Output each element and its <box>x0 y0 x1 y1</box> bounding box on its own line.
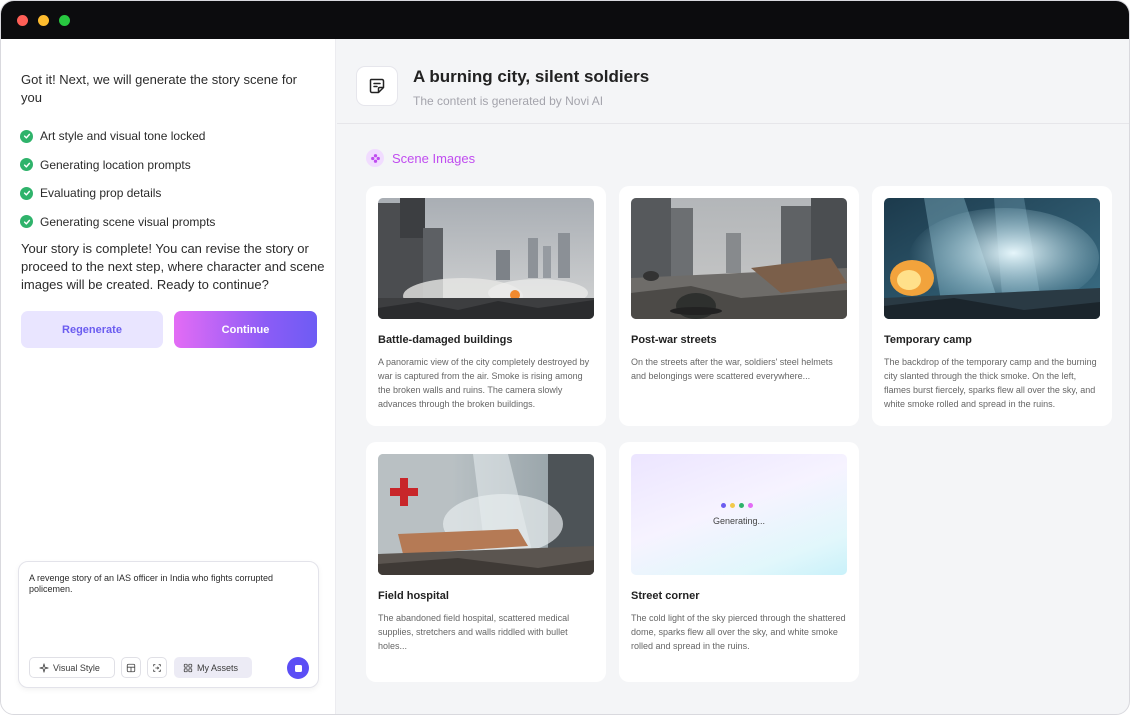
loading-dot <box>748 503 753 508</box>
stop-icon <box>294 664 302 672</box>
close-window-button[interactable] <box>17 15 28 26</box>
progress-step: Art style and visual tone locked <box>20 122 215 151</box>
scene-image-generating: Generating... <box>631 454 847 575</box>
scene-card[interactable]: Post-war streets On the streets after th… <box>619 186 859 426</box>
minimize-window-button[interactable] <box>38 15 49 26</box>
visual-style-button[interactable]: Visual Style <box>29 657 115 678</box>
progress-step-label: Art style and visual tone locked <box>40 129 206 144</box>
scene-image-ruined-city[interactable] <box>378 198 594 319</box>
progress-steps: Art style and visual tone locked Generat… <box>20 122 215 236</box>
check-circle-icon <box>20 215 33 229</box>
stop-button[interactable] <box>287 657 309 679</box>
section-title: Scene Images <box>392 151 476 166</box>
visual-style-label: Visual Style <box>53 662 100 673</box>
scene-description: The backdrop of the temporary camp and t… <box>884 357 1097 409</box>
scene-card[interactable]: Field hospital The abandoned field hospi… <box>366 442 606 682</box>
scene-description: A panoramic view of the city completely … <box>378 357 590 409</box>
loading-dot <box>739 503 744 508</box>
app-window: Got it! Next, we will generate the story… <box>0 0 1130 715</box>
content-panel: A burning city, silent soldiers The cont… <box>337 39 1129 714</box>
loading-dot <box>721 503 726 508</box>
scene-title: Post-war streets <box>631 334 717 346</box>
assistant-complete-message: Your story is complete! You can revise t… <box>21 241 325 292</box>
scene-title: Street corner <box>631 590 700 602</box>
regenerate-button[interactable]: Regenerate <box>21 311 163 348</box>
page-title: A burning city, silent soldiers <box>413 67 650 86</box>
check-circle-icon <box>20 158 33 172</box>
my-assets-label: My Assets <box>197 662 239 673</box>
grid-icon <box>183 663 193 672</box>
page-subtitle: The content is generated by Novi AI <box>413 94 604 108</box>
progress-step: Generating location prompts <box>20 151 215 180</box>
document-icon <box>356 66 398 106</box>
progress-step: Generating scene visual prompts <box>20 208 215 237</box>
scene-image-temporary-camp[interactable] <box>884 198 1100 319</box>
scene-title: Battle-damaged buildings <box>378 334 513 346</box>
assistant-intro-message: Got it! Next, we will generate the story… <box>21 72 298 105</box>
progress-step: Evaluating prop details <box>20 179 215 208</box>
check-circle-icon <box>20 129 33 143</box>
generating-status: Generating... <box>712 516 766 526</box>
progress-step-label: Generating scene visual prompts <box>40 214 216 229</box>
scene-image-field-hospital[interactable] <box>378 454 594 575</box>
layout-button[interactable] <box>121 657 141 678</box>
my-assets-button[interactable]: My Assets <box>174 657 252 678</box>
prompt-input[interactable]: A revenge story of an IAS officer in Ind… <box>29 573 309 595</box>
chat-panel: Got it! Next, we will generate the story… <box>1 39 336 714</box>
loading-dots <box>721 503 757 508</box>
continue-button[interactable]: Continue <box>174 311 317 348</box>
scene-title: Field hospital <box>378 590 449 602</box>
header-divider <box>337 123 1129 124</box>
scene-description: On the streets after the war, soldiers' … <box>631 357 833 381</box>
progress-step-label: Generating location prompts <box>40 157 191 172</box>
layout-icon <box>126 663 136 672</box>
title-bar <box>1 1 1129 39</box>
scene-image-war-street[interactable] <box>631 198 847 319</box>
check-circle-icon <box>20 186 33 200</box>
flower-icon <box>366 149 384 167</box>
convert-icon <box>153 663 161 672</box>
zoom-window-button[interactable] <box>59 15 70 26</box>
sparkle-icon <box>39 662 49 673</box>
prompt-composer[interactable]: A revenge story of an IAS officer in Ind… <box>18 561 319 688</box>
scene-card[interactable]: Generating... Street corner The cold lig… <box>619 442 859 682</box>
scene-description: The cold light of the sky pierced throug… <box>631 613 846 651</box>
convert-button[interactable] <box>147 657 167 678</box>
scene-card[interactable]: Temporary camp The backdrop of the tempo… <box>872 186 1112 426</box>
loading-dot <box>730 503 735 508</box>
scene-card[interactable]: Battle-damaged buildings A panoramic vie… <box>366 186 606 426</box>
scene-description: The abandoned field hospital, scattered … <box>378 613 570 651</box>
progress-step-label: Evaluating prop details <box>40 186 162 201</box>
scene-title: Temporary camp <box>884 334 972 346</box>
